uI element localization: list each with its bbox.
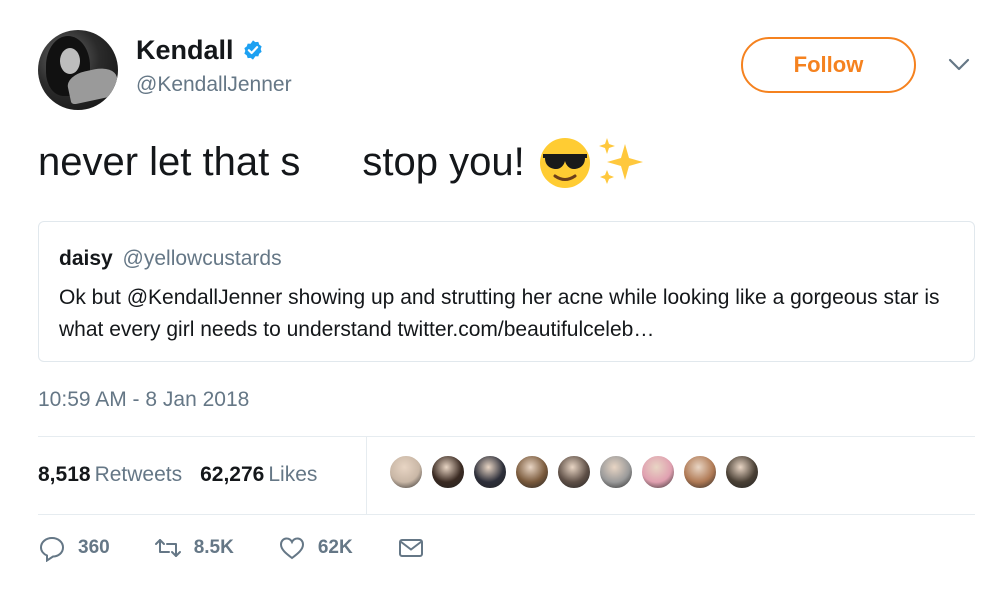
- quoted-tweet-header: daisy @yellowcustards: [59, 246, 282, 272]
- retweets-count: 8,518: [38, 463, 91, 486]
- tweet-header: Kendall @KendallJenner Follow: [38, 30, 978, 110]
- liker-avatar-9[interactable]: [724, 454, 760, 490]
- retweets-stat[interactable]: 8,518 Retweets: [38, 460, 182, 490]
- liker-avatars: [388, 454, 760, 490]
- tweet-actions: 360 8.5K 62K: [38, 534, 469, 562]
- liker-avatar-2[interactable]: [430, 454, 466, 490]
- verified-badge-icon: [243, 40, 262, 60]
- liker-avatar-8[interactable]: [682, 454, 718, 490]
- tweet-text: never let that s stop you!: [38, 134, 649, 190]
- liker-avatar-1[interactable]: [388, 454, 424, 490]
- quoted-author-name: daisy: [59, 247, 113, 270]
- tweet-text-part-2: stop you!: [362, 140, 525, 184]
- liker-avatar-7[interactable]: [640, 454, 676, 490]
- author-handle[interactable]: @KendallJenner: [136, 72, 292, 98]
- sunglasses-emoji-icon: [539, 138, 590, 188]
- sparkles-emoji-icon: [598, 138, 643, 184]
- reply-icon: [39, 536, 65, 562]
- reply-button[interactable]: 360: [38, 534, 110, 562]
- quoted-tweet-card[interactable]: daisy @yellowcustards Ok but @KendallJen…: [38, 221, 975, 362]
- divider: [38, 514, 975, 515]
- tweet-stats: 8,518 Retweets 62,276 Likes: [38, 460, 317, 490]
- likes-count: 62,276: [200, 463, 265, 486]
- liker-avatar-6[interactable]: [598, 454, 634, 490]
- vertical-divider: [366, 436, 367, 514]
- envelope-icon: [398, 539, 423, 557]
- author-display-name[interactable]: Kendall: [136, 34, 234, 66]
- reply-count: 360: [78, 537, 110, 558]
- divider: [38, 436, 975, 437]
- chevron-down-icon[interactable]: [948, 56, 970, 74]
- author-avatar[interactable]: [38, 30, 118, 110]
- retweets-label: Retweets: [94, 463, 183, 486]
- likes-label: Likes: [268, 463, 318, 486]
- heart-icon: [279, 537, 304, 560]
- quoted-tweet-body: Ok but @KendallJenner showing up and str…: [59, 286, 940, 341]
- tweet-timestamp[interactable]: 10:59 AM - 8 Jan 2018: [38, 386, 249, 414]
- like-count: 62K: [317, 537, 353, 558]
- retweet-icon: [154, 539, 181, 557]
- liker-avatar-4[interactable]: [514, 454, 550, 490]
- likes-stat[interactable]: 62,276 Likes: [200, 460, 317, 490]
- author-names: Kendall @KendallJenner: [136, 34, 292, 98]
- like-button[interactable]: 62K: [278, 534, 353, 562]
- follow-button[interactable]: Follow: [741, 37, 916, 93]
- liker-avatar-5[interactable]: [556, 454, 592, 490]
- retweet-count: 8.5K: [193, 537, 234, 558]
- liker-avatar-3[interactable]: [472, 454, 508, 490]
- tweet-text-part-1: never let that s: [38, 140, 301, 184]
- direct-message-button[interactable]: [397, 534, 425, 562]
- retweet-button[interactable]: 8.5K: [154, 534, 234, 562]
- quoted-author-handle: @yellowcustards: [122, 247, 282, 270]
